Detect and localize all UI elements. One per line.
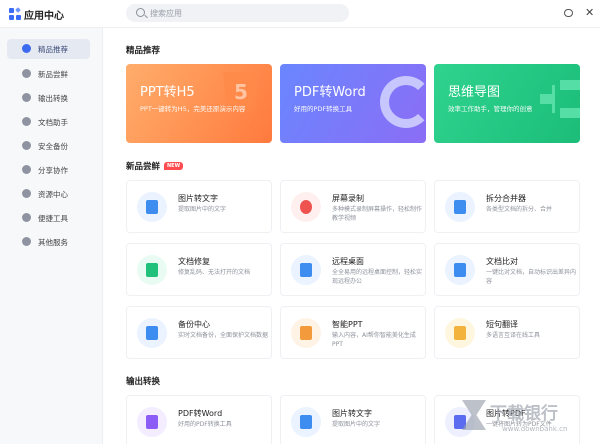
convert-arrow-icon	[380, 76, 426, 128]
search-icon	[136, 8, 145, 17]
doc-compare-icon	[445, 255, 475, 285]
section-title-featured: 精品推荐	[126, 46, 161, 56]
diamond-icon	[22, 44, 31, 53]
card-backup-center[interactable]: 备份中心 实时文档备份，全面保护文档数据	[126, 306, 272, 359]
card-desc: 全全易用的远程桌面控制，轻松实现远程办公	[332, 269, 423, 285]
mind-map-icon	[540, 76, 580, 124]
card-title: 备份中心	[178, 320, 210, 329]
banner-subtitle: 好用的PDF转换工具	[294, 105, 353, 113]
card-remote-desktop[interactable]: 远程桌面 全全易用的远程桌面控制，轻松实现远程办公	[280, 243, 426, 296]
card-desc: 修复乱码、无法打开的文档	[178, 269, 251, 276]
remote-desktop-icon	[291, 255, 321, 285]
backup-icon	[137, 318, 167, 348]
screen-record-icon	[291, 192, 321, 222]
app-title: 应用中心	[24, 11, 64, 22]
shield-icon	[22, 141, 31, 150]
card-doc-compare[interactable]: 文档比对 一键比对文档，自动标识出差异内容	[434, 243, 580, 296]
banner-title: PDF转Word	[294, 85, 366, 100]
sidebar-item-label: 文档助手	[38, 118, 68, 127]
banner-subtitle: PPT一键转为H5，完美还原演示内容	[140, 105, 246, 113]
resource-icon	[22, 189, 31, 198]
card-translate[interactable]: 短句翻译 多语言互译在线工具	[434, 306, 580, 359]
sidebar-item-tools[interactable]: 便捷工具	[7, 208, 90, 228]
card-screen-record[interactable]: 屏幕录制 多种模式录制屏幕操作，轻松制作教学视频	[280, 180, 426, 233]
pdf-to-word-icon	[137, 407, 167, 437]
card-pdf-to-word[interactable]: PDF转Word 好用的PDF转换工具	[126, 395, 272, 444]
card-doc-repair[interactable]: 文档修复 修复乱码、无法打开的文档	[126, 243, 272, 296]
card-desc: 多种模式录制屏幕操作，轻松制作教学视频	[332, 206, 423, 222]
card-title: 拆分合并器	[486, 194, 526, 203]
watermark-url: www.downbank.cn	[502, 425, 568, 433]
card-desc: 多语言互译在线工具	[486, 332, 541, 339]
sidebar-item-label: 便捷工具	[38, 214, 68, 223]
banner-title: 思维导图	[448, 85, 501, 100]
card-smart-ppt[interactable]: 智能PPT 输入内容，AI帮你智能美化生成PPT	[280, 306, 426, 359]
card-title: 屏幕录制	[332, 194, 364, 203]
section-title-output: 输出转换	[126, 377, 161, 387]
image-to-text-icon	[137, 192, 167, 222]
card-title: PDF转Word	[178, 409, 223, 418]
new-badge: NEW	[164, 162, 184, 170]
sidebar-item-featured[interactable]: 精品推荐	[7, 39, 90, 59]
sidebar-item-label: 新品尝鲜	[38, 70, 68, 79]
banner-subtitle: 效率工作助手，管理你的创意	[448, 105, 533, 113]
watermark-logo-icon	[462, 400, 486, 430]
sidebar-item-label: 输出转换	[38, 94, 68, 103]
watermark-text: 下载银行	[490, 404, 558, 424]
convert-icon	[22, 93, 31, 102]
sidebar-item-resource[interactable]: 资源中心	[7, 184, 90, 204]
app-grid-icon	[9, 7, 21, 20]
lightning-icon	[22, 213, 31, 222]
card-title: 智能PPT	[332, 320, 363, 329]
sidebar-item-new[interactable]: 新品尝鲜	[7, 64, 90, 84]
doc-repair-icon	[137, 255, 167, 285]
sidebar-item-label: 安全备份	[38, 142, 68, 151]
banner-mind-map[interactable]: 思维导图 效率工作助手，管理你的创意	[434, 64, 580, 143]
card-title: 短句翻译	[486, 320, 518, 329]
card-title: 图片转文字	[332, 409, 372, 418]
search-box[interactable]	[126, 4, 349, 22]
card-desc: 各类型文档的拆分、合并	[486, 206, 553, 213]
sidebar-item-other[interactable]: 其他服务	[7, 232, 90, 252]
card-desc: 提取图片中的文字	[332, 421, 381, 428]
banner-title: PPT转H5	[140, 85, 195, 100]
share-icon	[22, 165, 31, 174]
sidebar-item-label: 其他服务	[38, 238, 68, 247]
image-to-text-icon	[291, 407, 321, 437]
card-desc: 提取图片中的文字	[178, 206, 227, 213]
card-image-to-text[interactable]: 图片转文字 提取图片中的文字	[126, 180, 272, 233]
section-title-new: 新品尝鲜	[126, 162, 161, 172]
split-merge-icon	[445, 192, 475, 222]
sidebar-item-doc-helper[interactable]: 文档助手	[7, 112, 90, 132]
card-desc: 输入内容，AI帮你智能美化生成PPT	[332, 332, 416, 348]
card-title: 文档修复	[178, 257, 210, 266]
apple-icon	[22, 69, 31, 78]
sidebar: 精品推荐 新品尝鲜 输出转换 文档助手 安全备份 分享协作 资源中心 便捷工具 …	[0, 28, 103, 444]
card-split-merge[interactable]: 拆分合并器 各类型文档的拆分、合并	[434, 180, 580, 233]
title-bar: 应用中心 ✕	[0, 0, 600, 28]
more-icon	[22, 237, 31, 246]
sidebar-item-backup[interactable]: 安全备份	[7, 136, 90, 156]
smart-ppt-icon	[291, 318, 321, 348]
watermark: 下载银行 www.downbank.cn	[462, 397, 600, 444]
sidebar-item-share[interactable]: 分享协作	[7, 160, 90, 180]
card-desc: 一键比对文档，自动标识出差异内容	[486, 269, 577, 285]
sidebar-item-label: 精品推荐	[38, 45, 68, 54]
card-title: 图片转文字	[178, 194, 218, 203]
sidebar-item-label: 分享协作	[38, 166, 68, 175]
translate-icon	[445, 318, 475, 348]
card-image-to-text-2[interactable]: 图片转文字 提取图片中的文字	[280, 395, 426, 444]
close-icon[interactable]: ✕	[585, 7, 594, 19]
sidebar-item-convert[interactable]: 输出转换	[7, 88, 90, 108]
banner-ppt-to-h5[interactable]: 5 PPT转H5 PPT一键转为H5，完美还原演示内容	[126, 64, 272, 143]
card-title: 文档比对	[486, 257, 518, 266]
card-desc: 实时文档备份，全面保护文档数据	[178, 332, 269, 339]
banner-pdf-to-word[interactable]: PDF转Word 好用的PDF转换工具	[280, 64, 426, 143]
card-title: 远程桌面	[332, 257, 364, 266]
document-icon	[22, 117, 31, 126]
sidebar-item-label: 资源中心	[38, 190, 68, 199]
search-input[interactable]	[150, 4, 340, 22]
message-icon[interactable]	[564, 9, 573, 17]
card-desc: 好用的PDF转换工具	[178, 421, 232, 428]
